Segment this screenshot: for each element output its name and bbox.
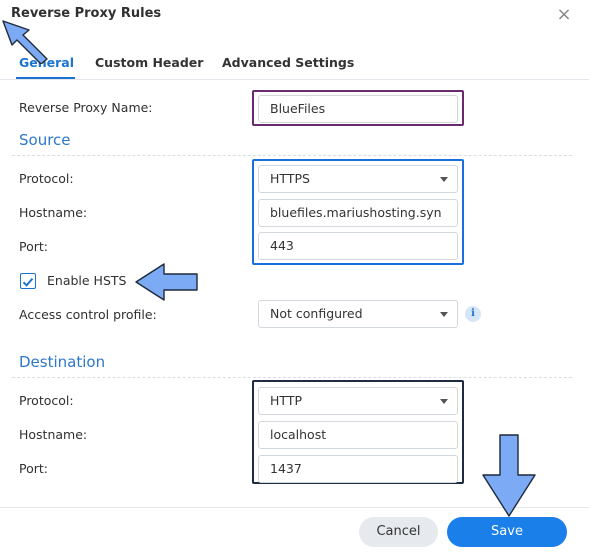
annotation-arrow-icon — [2, 20, 48, 64]
proxy-name-input[interactable]: BlueFiles — [258, 95, 458, 123]
source-heading: Source — [19, 131, 71, 149]
cancel-button[interactable]: Cancel — [359, 517, 438, 547]
source-hostname-input[interactable]: bluefiles.mariushosting.syn — [258, 199, 458, 227]
chevron-down-icon — [440, 177, 448, 182]
destination-port-label: Port: — [19, 461, 48, 476]
tab-advanced-settings[interactable]: Advanced Settings — [222, 55, 354, 70]
destination-heading: Destination — [19, 353, 106, 371]
destination-hostname-input[interactable]: localhost — [258, 421, 458, 449]
source-protocol-label: Protocol: — [19, 171, 74, 186]
source-hostname-label: Hostname: — [19, 205, 88, 220]
destination-protocol-value: HTTP — [270, 393, 302, 408]
source-port-label: Port: — [19, 239, 48, 254]
source-divider — [12, 155, 572, 156]
chevron-down-icon — [440, 312, 448, 317]
source-protocol-value: HTTPS — [270, 171, 310, 186]
chevron-down-icon — [440, 399, 448, 404]
checkmark-icon — [22, 277, 34, 287]
access-profile-label: Access control profile: — [19, 307, 157, 322]
proxy-name-label: Reverse Proxy Name: — [19, 100, 153, 115]
tab-divider — [0, 79, 589, 80]
source-port-input[interactable]: 443 — [258, 232, 458, 260]
hsts-label: Enable HSTS — [47, 273, 127, 288]
access-profile-value: Not configured — [270, 306, 363, 321]
info-icon[interactable]: i — [465, 306, 481, 322]
destination-protocol-label: Protocol: — [19, 393, 74, 408]
source-protocol-select[interactable]: HTTPS — [258, 165, 458, 193]
save-button[interactable]: Save — [447, 517, 567, 547]
destination-divider — [12, 377, 572, 378]
annotation-arrow-icon — [135, 263, 198, 301]
access-profile-select[interactable]: Not configured — [258, 300, 458, 328]
close-icon[interactable]: × — [554, 2, 574, 28]
destination-port-input[interactable]: 1437 — [258, 455, 458, 483]
tab-custom-header[interactable]: Custom Header — [95, 55, 203, 70]
annotation-arrow-icon — [482, 434, 536, 517]
hsts-checkbox[interactable] — [20, 273, 36, 289]
tab-bar: General Custom Header Advanced Settings — [0, 42, 589, 80]
destination-hostname-label: Hostname: — [19, 427, 88, 442]
destination-protocol-select[interactable]: HTTP — [258, 387, 458, 415]
